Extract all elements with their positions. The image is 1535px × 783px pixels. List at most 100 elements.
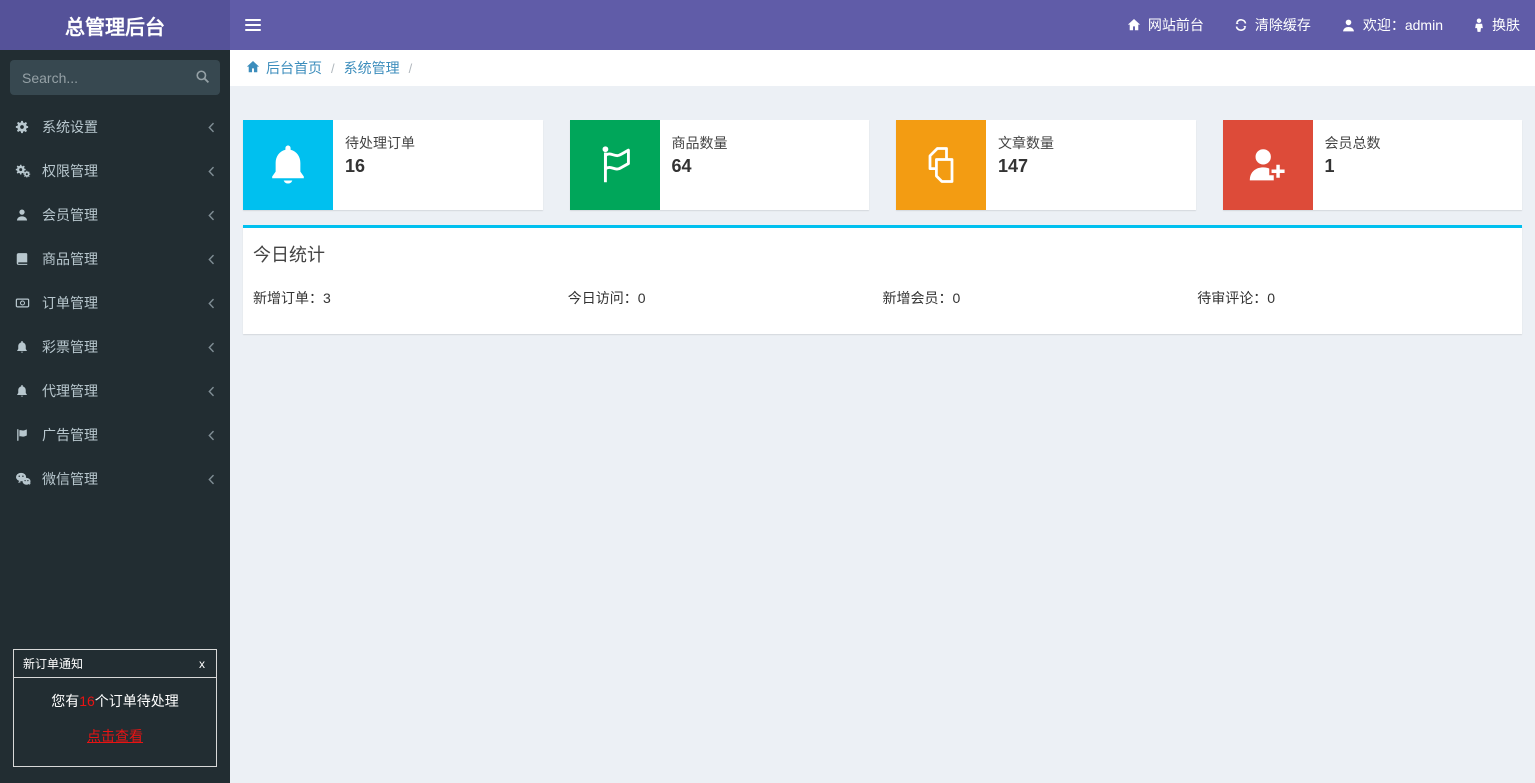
home-icon xyxy=(246,60,260,77)
stat-value: 0 xyxy=(952,290,961,306)
brand-logo[interactable]: 总管理后台 xyxy=(0,0,230,50)
user-icon xyxy=(15,208,37,222)
bell-icon xyxy=(15,340,37,354)
stat-value: 0 xyxy=(1267,290,1276,306)
notification-title: 新订单通知 xyxy=(23,657,84,671)
sidebar-item-label: 会员管理 xyxy=(42,207,98,223)
notification-count: 16 xyxy=(79,693,95,709)
new-order-notification: 新订单通知 x 您有16个订单待处理 点击查看 xyxy=(13,649,217,767)
sidebar-toggle-button[interactable] xyxy=(230,0,276,50)
breadcrumb-separator: / xyxy=(331,60,335,76)
nav-item-site-front[interactable]: 网站前台 xyxy=(1112,0,1219,50)
copy-icon xyxy=(896,120,986,210)
brand-title: 总管理后台 xyxy=(65,16,165,39)
chevron-left-icon xyxy=(208,342,215,353)
sidebar: 系统设置 权限管理 会员管理 xyxy=(0,50,230,783)
nav-item-label: 清除缓存 xyxy=(1254,17,1311,33)
stat-card-label: 商品数量 xyxy=(671,135,728,151)
chevron-left-icon xyxy=(208,254,215,265)
breadcrumb: 后台首页 / 系统管理 / xyxy=(230,50,1535,86)
close-icon[interactable]: x xyxy=(197,657,207,671)
sidebar-item-members[interactable]: 会员管理 xyxy=(0,193,230,237)
nav-item-label: 换肤 xyxy=(1492,17,1520,33)
notification-body: 您有16个订单待处理 点击查看 xyxy=(14,678,216,766)
breadcrumb-home-link[interactable]: 后台首页 xyxy=(246,58,322,78)
breadcrumb-item-label: 系统管理 xyxy=(343,60,400,76)
sidebar-item-label: 系统设置 xyxy=(42,119,98,135)
user-plus-icon xyxy=(1222,120,1313,210)
flag-icon xyxy=(15,428,37,442)
sidebar-search xyxy=(10,60,220,95)
nav-item-change-skin[interactable]: 换肤 xyxy=(1458,0,1535,50)
stat-value: 0 xyxy=(637,290,646,306)
sidebar-item-orders[interactable]: 订单管理 xyxy=(0,281,230,325)
user-icon xyxy=(1341,18,1356,33)
stat-card-label: 文章数量 xyxy=(998,135,1054,151)
chevron-left-icon xyxy=(208,298,215,309)
chevron-left-icon xyxy=(208,430,215,441)
stat-card-body: 会员总数 1 xyxy=(1313,120,1393,210)
sidebar-item-wechat[interactable]: 微信管理 xyxy=(0,457,230,501)
search-button[interactable] xyxy=(195,69,210,87)
chevron-left-icon xyxy=(208,386,215,397)
sidebar-item-label: 代理管理 xyxy=(42,383,98,399)
content-area: 待处理订单 16 商品数量 64 文章数量 147 会员总数 1 今日统计 新增… xyxy=(230,86,1535,334)
stat-card-article-count: 文章数量 147 xyxy=(896,120,1196,210)
panel-title: 今日统计 xyxy=(253,245,325,265)
sidebar-item-products[interactable]: 商品管理 xyxy=(0,237,230,281)
breadcrumb-system-link[interactable]: 系统管理 xyxy=(344,58,400,78)
gears-icon xyxy=(15,164,37,178)
search-icon xyxy=(195,69,210,87)
admin-dashboard: 总管理后台 网站前台 清除缓存 欢迎：admin 换肤 Search... 系统… xyxy=(0,0,1535,783)
refresh-icon xyxy=(1234,18,1248,32)
bell-icon xyxy=(15,384,37,398)
breadcrumb-item-label: 后台首页 xyxy=(266,60,322,76)
top-bar: 总管理后台 网站前台 清除缓存 欢迎：admin 换肤 xyxy=(0,0,1535,50)
stat-cards-row: 待处理订单 16 商品数量 64 文章数量 147 会员总数 1 xyxy=(243,120,1522,210)
sidebar-item-permissions[interactable]: 权限管理 xyxy=(0,149,230,193)
sidebar-item-label: 彩票管理 xyxy=(42,339,98,355)
stat-card-body: 待处理订单 16 xyxy=(333,120,427,210)
today-stats-panel: 今日统计 新增订单：3 今日访问：0 新增会员：0 待审评论：0 xyxy=(243,225,1522,334)
sidebar-item-lottery[interactable]: 彩票管理 xyxy=(0,325,230,369)
stat-card-member-total: 会员总数 1 xyxy=(1222,120,1522,210)
chevron-left-icon xyxy=(208,166,215,177)
stat-card-body: 文章数量 147 xyxy=(986,120,1066,210)
chevron-left-icon xyxy=(208,122,215,133)
sidebar-item-system-settings[interactable]: 系统设置 xyxy=(0,105,230,149)
view-orders-link[interactable]: 点击查看 xyxy=(87,726,143,746)
sidebar-item-ads[interactable]: 广告管理 xyxy=(0,413,230,457)
top-nav-right: 网站前台 清除缓存 欢迎：admin 换肤 xyxy=(1112,0,1535,50)
stat-pending-comments: 待审评论：0 xyxy=(1197,290,1276,306)
stat-new-members: 新增会员：0 xyxy=(882,290,961,306)
nav-item-clear-cache[interactable]: 清除缓存 xyxy=(1219,0,1326,50)
sidebar-item-label: 订单管理 xyxy=(42,295,98,311)
nav-item-label: 欢迎：admin xyxy=(1362,17,1443,33)
stat-value: 3 xyxy=(323,290,331,306)
sidebar-item-label: 权限管理 xyxy=(42,163,98,179)
hamburger-icon xyxy=(245,19,261,21)
stat-card-body: 商品数量 64 xyxy=(660,120,740,210)
stat-card-label: 会员总数 xyxy=(1324,135,1381,151)
stat-card-label: 待处理订单 xyxy=(345,135,415,151)
search-input[interactable] xyxy=(20,68,195,87)
sidebar-item-agents[interactable]: 代理管理 xyxy=(0,369,230,413)
breadcrumb-separator: / xyxy=(408,60,413,76)
stat-card-product-count: 商品数量 64 xyxy=(569,120,869,210)
gear-icon xyxy=(15,120,37,134)
stat-card-value: 64 xyxy=(671,156,692,176)
chevron-left-icon xyxy=(208,474,215,485)
person-icon xyxy=(1473,18,1485,32)
book-icon xyxy=(15,252,37,266)
home-icon xyxy=(1127,18,1141,32)
chevron-left-icon xyxy=(208,210,215,221)
sidebar-menu: 系统设置 权限管理 会员管理 商品管理 订单管理 彩票管理 代理管理 广告管理 … xyxy=(0,105,230,501)
wechat-icon xyxy=(15,472,37,486)
stat-card-value: 147 xyxy=(998,156,1029,176)
stat-card-value: 1 xyxy=(1324,156,1335,176)
nav-item-label: 网站前台 xyxy=(1147,17,1204,33)
sidebar-item-label: 广告管理 xyxy=(42,427,98,443)
bell-icon xyxy=(243,120,333,210)
nav-item-welcome-admin[interactable]: 欢迎：admin xyxy=(1326,0,1458,50)
top-nav: 网站前台 清除缓存 欢迎：admin 换肤 xyxy=(230,0,1535,50)
